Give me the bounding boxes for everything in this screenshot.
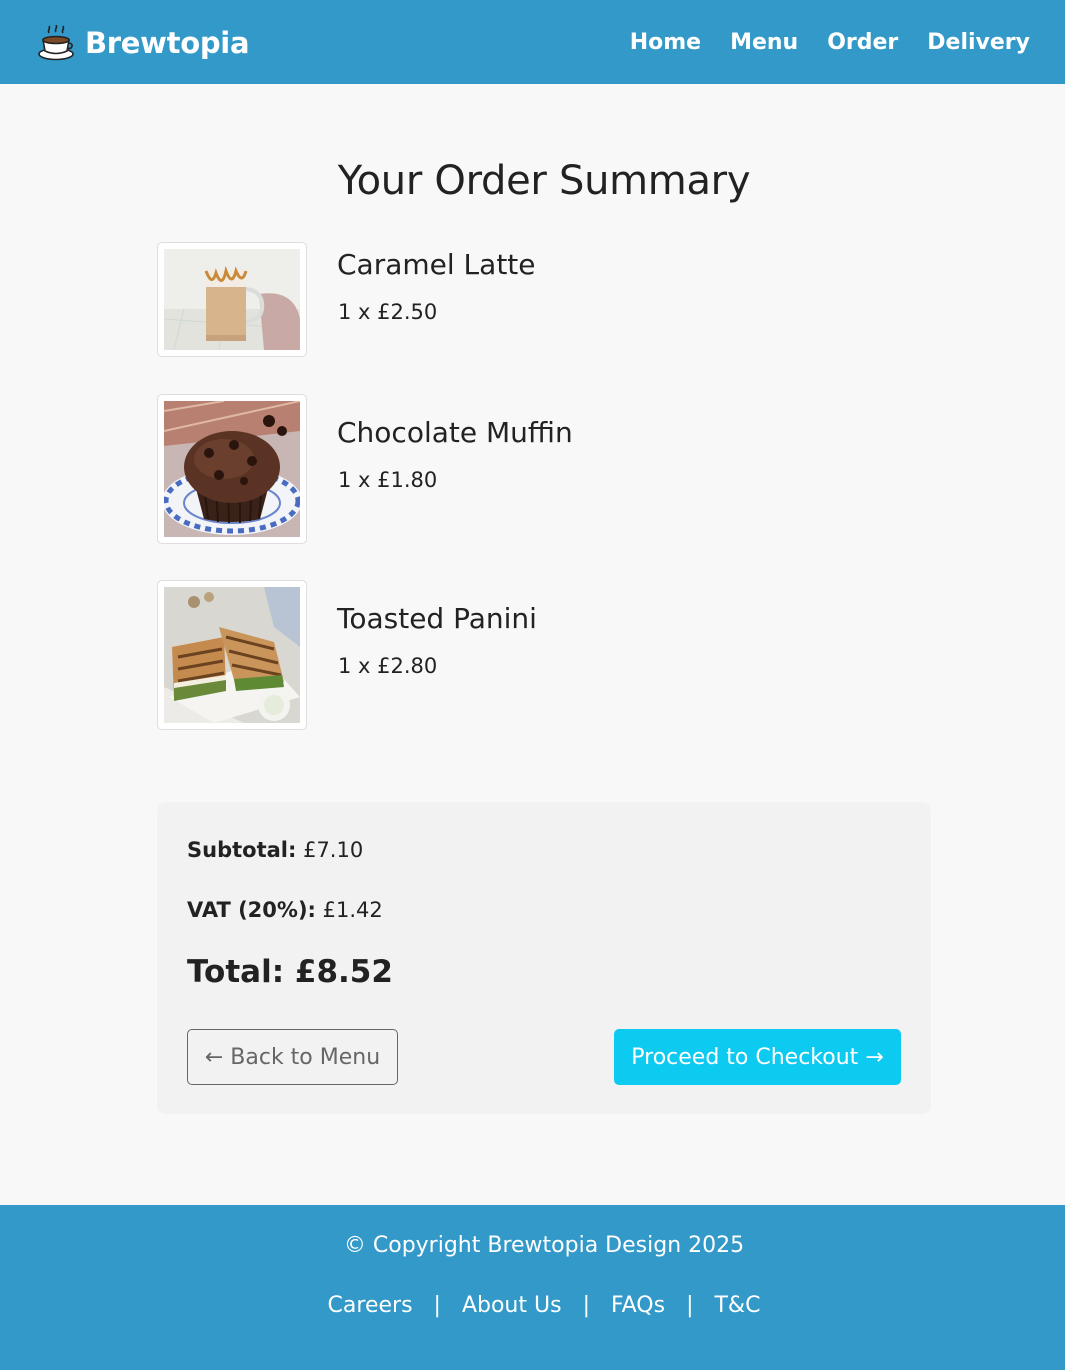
subtotal-label: Subtotal: bbox=[187, 838, 297, 862]
item-name: Chocolate Muffin bbox=[337, 416, 573, 449]
caramel-latte-photo bbox=[164, 249, 300, 350]
footer-separator: | bbox=[433, 1293, 441, 1318]
copyright-text: © Copyright Brewtopia Design 2025 bbox=[343, 1233, 745, 1258]
order-item: Caramel Latte 1 x £2.50 bbox=[157, 242, 857, 357]
item-name: Toasted Panini bbox=[337, 602, 537, 635]
vat-row: VAT (20%): £1.42 bbox=[187, 898, 383, 922]
order-summary-card: Subtotal: £7.10 VAT (20%): £1.42 Total: … bbox=[157, 802, 931, 1114]
page-title: Your Order Summary bbox=[337, 158, 751, 204]
footer-link-faqs[interactable]: FAQs bbox=[611, 1293, 665, 1318]
subtotal-row: Subtotal: £7.10 bbox=[187, 838, 363, 862]
footer-link-about-us[interactable]: About Us bbox=[462, 1293, 562, 1318]
total-row: Total: £8.52 bbox=[187, 954, 393, 990]
site-footer: © Copyright Brewtopia Design 2025 Career… bbox=[0, 1205, 1065, 1370]
footer-separator: | bbox=[686, 1293, 694, 1318]
item-image-frame bbox=[157, 242, 307, 357]
chocolate-muffin-photo bbox=[164, 401, 300, 537]
order-item: Chocolate Muffin 1 x £1.80 bbox=[157, 394, 857, 544]
proceed-to-checkout-button[interactable]: Proceed to Checkout → bbox=[614, 1029, 901, 1085]
item-name: Caramel Latte bbox=[337, 248, 536, 281]
subtotal-value: £7.10 bbox=[303, 838, 364, 862]
brand-name: Brewtopia bbox=[85, 26, 250, 60]
vat-value: £1.42 bbox=[322, 898, 383, 922]
nav-order[interactable]: Order bbox=[827, 28, 898, 58]
toasted-panini-photo bbox=[164, 587, 300, 723]
total-value: £8.52 bbox=[294, 954, 393, 990]
order-item: Toasted Panini 1 x £2.80 bbox=[157, 580, 857, 730]
main-nav: Home Menu Order Delivery bbox=[601, 28, 1030, 58]
nav-delivery[interactable]: Delivery bbox=[927, 28, 1030, 58]
footer-separator: | bbox=[582, 1293, 590, 1318]
footer-link-careers[interactable]: Careers bbox=[328, 1293, 413, 1318]
site-header: Brewtopia Home Menu Order Delivery bbox=[0, 0, 1065, 84]
coffee-cup-icon bbox=[38, 25, 74, 61]
item-qty-price: 1 x £2.50 bbox=[338, 300, 438, 324]
item-qty-price: 1 x £2.80 bbox=[338, 654, 438, 678]
vat-label: VAT (20%): bbox=[187, 898, 316, 922]
item-image-frame bbox=[157, 580, 307, 730]
total-label: Total: bbox=[187, 954, 285, 990]
footer-links: Careers | About Us | FAQs | T&C bbox=[0, 1293, 1065, 1318]
brand-link[interactable]: Brewtopia bbox=[38, 25, 250, 61]
item-image-frame bbox=[157, 394, 307, 544]
footer-link-terms[interactable]: T&C bbox=[714, 1293, 760, 1318]
item-qty-price: 1 x £1.80 bbox=[338, 468, 438, 492]
nav-menu[interactable]: Menu bbox=[730, 28, 798, 58]
nav-home[interactable]: Home bbox=[630, 28, 701, 58]
back-to-menu-button[interactable]: ← Back to Menu bbox=[187, 1029, 398, 1085]
